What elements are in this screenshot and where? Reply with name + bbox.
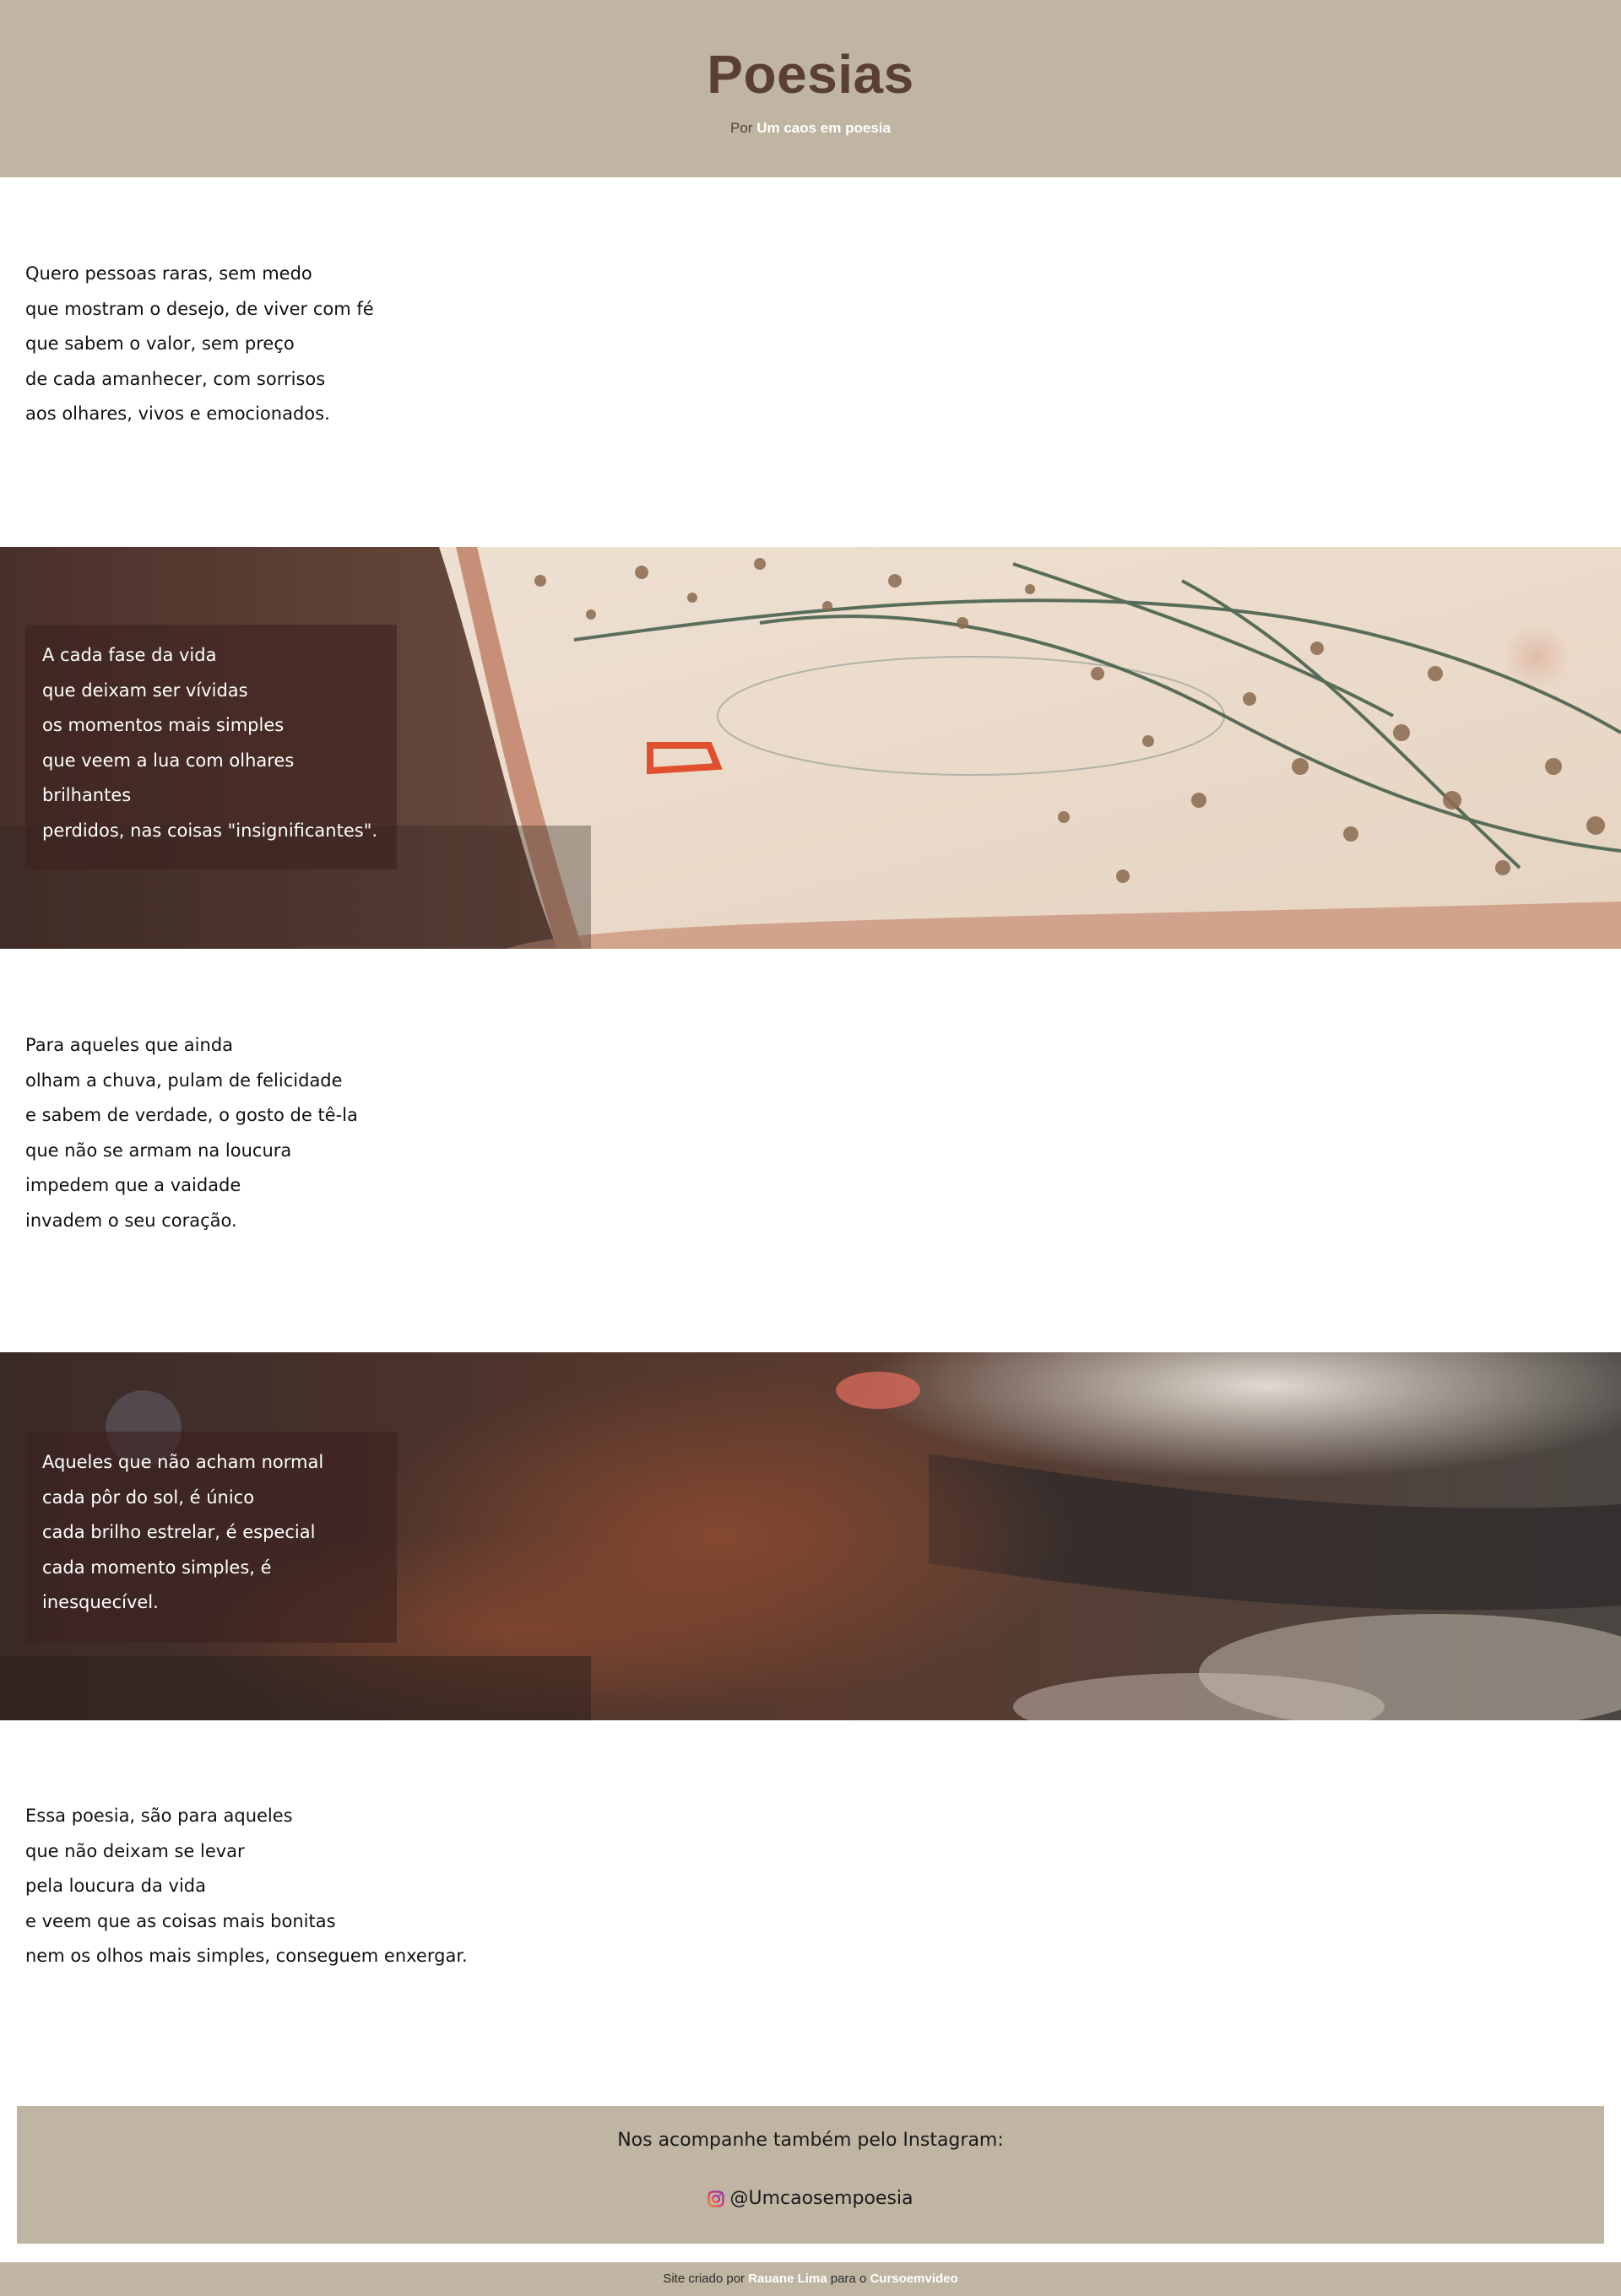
poem-line: impedem que a vaidade [25,1175,241,1195]
poem-line: e veem que as coisas mais bonitas [25,1910,336,1931]
poem-line: perdidos, nas coisas "insignificantes". [42,820,378,841]
byline: Por Um caos em poesia [0,120,1621,137]
page-title: Poesias [707,44,914,105]
poem-line: que mostram o desejo, de viver com fé [25,298,374,319]
poem-line: que não deixam se levar [25,1840,245,1861]
credit-author[interactable]: Rauane Lima [748,2272,827,2286]
credit-site[interactable]: Cursoemvideo [870,2272,957,2286]
credit-mid: para o [830,2272,867,2286]
poem-line: cada pôr do sol, é único [42,1486,255,1508]
poem-overlay-box-2: Aqueles que não acham normal cada pôr do… [25,1432,397,1643]
poem-line: cada brilho estrelar, é especial [42,1522,316,1542]
poem-overlay-box-1: A cada fase da vida que deixam ser vívid… [25,625,397,869]
page-header: Poesias Por Um caos em poesia [0,0,1621,177]
poem-line: Aqueles que não acham normal [42,1452,324,1472]
poem-line: que não se armam na loucura [25,1140,292,1161]
credit-prefix: Site criado por [663,2272,745,2286]
byline-prefix: Por [730,120,753,136]
poem-section-3: Essa poesia, são para aqueles que não de… [25,1799,468,1974]
poem-line: que sabem o valor, sem preço [25,333,295,354]
instagram-link[interactable]: @Umcaosempoesia [17,2188,1604,2209]
image-banner-2: Aqueles que não acham normal cada pôr do… [0,1352,1621,1720]
poem-line: invadem o seu coração. [25,1210,237,1231]
poem-line: inesquecível. [42,1592,159,1612]
instagram-icon [707,2190,725,2207]
poem-line: de cada amanhecer, com sorrisos [25,368,326,389]
poem-section-2: Para aqueles que ainda olham a chuva, pu… [25,1028,358,1238]
poem-line: Essa poesia, são para aqueles [25,1806,293,1826]
poem-line: que deixam ser vívidas [42,680,248,701]
poem-line: brilhantes [42,785,132,805]
poem-section-1: Quero pessoas raras, sem medo que mostra… [25,257,374,432]
poem-line: cada momento simples, é [42,1557,272,1578]
instagram-handle[interactable]: @Umcaosempoesia [729,2188,913,2209]
poem-line: pela loucura da vida [25,1876,206,1896]
poem-line: e sabem de verdade, o gosto de tê-la [25,1105,358,1125]
poem-line: aos olhares, vivos e emocionados. [25,403,330,424]
author-link[interactable]: Um caos em poesia [756,120,891,136]
credit-bar: Site criado por Rauane Lima para o Curso… [0,2262,1621,2296]
poem-line: Quero pessoas raras, sem medo [25,263,312,284]
poem-line: olham a chuva, pulam de felicidade [25,1069,343,1091]
instagram-panel: Nos acompanhe também pelo Instagram: @Um… [17,2106,1604,2244]
follow-text: Nos acompanhe também pelo Instagram: [617,2130,1004,2151]
poem-line: nem os olhos mais simples, conseguem enx… [25,1946,468,1966]
image-banner-1: A cada fase da vida que deixam ser vívid… [0,547,1621,949]
poem-line: A cada fase da vida [42,645,217,665]
poem-line: Para aqueles que ainda [25,1035,234,1055]
poem-line: os momentos mais simples [42,715,285,735]
poem-line: que veem a lua com olhares [42,750,295,771]
